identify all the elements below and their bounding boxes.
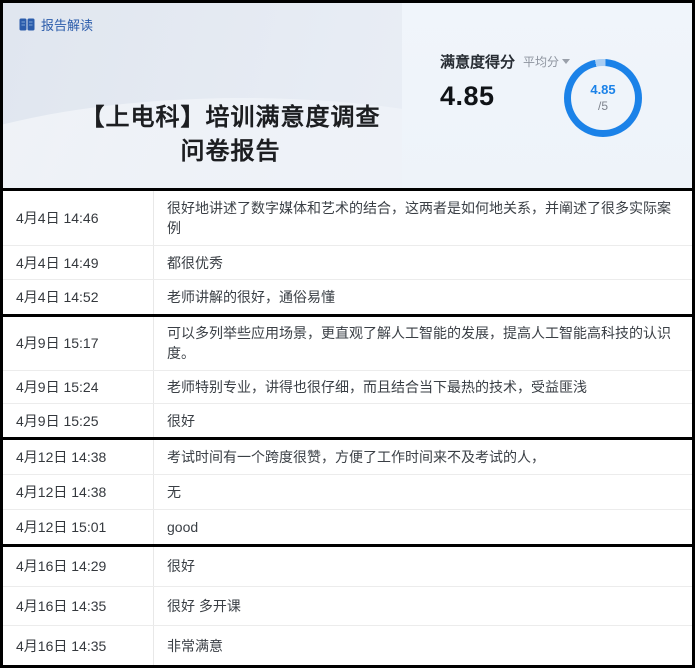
comment-group: 4月4日 14:46 很好地讲述了数字媒体和艺术的结合，这两者是如何地关系，并阐… <box>3 188 692 314</box>
comment-timestamp: 4月4日 14:46 <box>3 191 154 245</box>
comment-group: 4月16日 14:29 很好 4月16日 14:35 很好 多开课 4月16日 … <box>3 544 692 665</box>
comment-timestamp: 4月12日 14:38 <box>3 440 154 474</box>
comment-text: 无 <box>154 475 692 509</box>
table-row: 4月4日 14:46 很好地讲述了数字媒体和艺术的结合，这两者是如何地关系，并阐… <box>3 191 692 246</box>
comment-timestamp: 4月12日 15:01 <box>3 510 154 544</box>
page-title-line2: 问卷报告 <box>33 135 428 169</box>
table-row: 4月12日 14:38 考试时间有一个跨度很赞，方便了工作时间来不及考试的人， <box>3 440 692 475</box>
chevron-down-icon <box>562 59 570 64</box>
comment-text: 很好地讲述了数字媒体和艺术的结合，这两者是如何地关系，并阐述了很多实际案例 <box>154 191 692 245</box>
report-interpretation-link[interactable]: 报告解读 <box>19 15 93 34</box>
open-book-icon <box>19 18 35 31</box>
table-row: 4月12日 15:01 good <box>3 510 692 544</box>
table-row: 4月4日 14:52 老师讲解的很好，通俗易懂 <box>3 280 692 314</box>
report-page: 报告解读 【上电科】培训满意度调查 问卷报告 满意度得分 平均分 4.85 4.… <box>0 0 695 668</box>
comment-timestamp: 4月16日 14:29 <box>3 547 154 586</box>
comment-text: 老师讲解的很好，通俗易懂 <box>154 280 692 314</box>
comment-timestamp: 4月12日 14:38 <box>3 475 154 509</box>
score-mode-label: 平均分 <box>523 53 559 70</box>
page-title-line1: 【上电科】培训满意度调查 <box>33 101 428 135</box>
table-row: 4月9日 15:24 老师特别专业，讲得也很仔细，而且结合当下最热的技术，受益匪… <box>3 371 692 405</box>
table-row: 4月16日 14:35 很好 多开课 <box>3 587 692 627</box>
comment-group: 4月9日 15:17 可以多列举些应用场景，更直观了解人工智能的发展，提高人工智… <box>3 314 692 437</box>
comment-text: 都很优秀 <box>154 246 692 280</box>
comment-text: 很好 <box>154 547 692 586</box>
gauge-max: /5 <box>598 99 608 114</box>
score-mode-dropdown[interactable]: 平均分 <box>523 53 570 70</box>
comment-timestamp: 4月9日 15:24 <box>3 371 154 404</box>
table-row: 4月9日 15:25 很好 <box>3 404 692 437</box>
comment-timestamp: 4月4日 14:52 <box>3 280 154 314</box>
score-gauge-center: 4.85 /5 <box>571 66 635 130</box>
comment-timestamp: 4月16日 14:35 <box>3 587 154 626</box>
table-row: 4月16日 14:35 非常满意 <box>3 626 692 665</box>
table-row: 4月4日 14:49 都很优秀 <box>3 246 692 281</box>
comment-timestamp: 4月4日 14:49 <box>3 246 154 280</box>
satisfaction-score-card: 满意度得分 平均分 4.85 <box>440 51 570 112</box>
nav-entry-label: 报告解读 <box>41 15 93 34</box>
table-row: 4月9日 15:17 可以多列举些应用场景，更直观了解人工智能的发展，提高人工智… <box>3 317 692 371</box>
table-row: 4月16日 14:29 很好 <box>3 547 692 587</box>
score-gauge: 4.85 /5 <box>564 59 642 137</box>
page-title: 【上电科】培训满意度调查 问卷报告 <box>33 101 428 169</box>
comment-timestamp: 4月9日 15:25 <box>3 404 154 437</box>
comment-text: good <box>154 510 692 544</box>
comment-timestamp: 4月16日 14:35 <box>3 626 154 665</box>
comment-group: 4月12日 14:38 考试时间有一个跨度很赞，方便了工作时间来不及考试的人， … <box>3 437 692 544</box>
comment-table: 4月4日 14:46 很好地讲述了数字媒体和艺术的结合，这两者是如何地关系，并阐… <box>3 188 692 665</box>
score-label: 满意度得分 <box>440 51 515 72</box>
comment-text: 非常满意 <box>154 626 692 665</box>
table-row: 4月12日 14:38 无 <box>3 475 692 510</box>
comment-text: 很好 <box>154 404 692 437</box>
comment-text: 可以多列举些应用场景，更直观了解人工智能的发展，提高人工智能高科技的认识度。 <box>154 317 692 370</box>
report-header: 报告解读 【上电科】培训满意度调查 问卷报告 满意度得分 平均分 4.85 4.… <box>3 3 692 188</box>
gauge-value: 4.85 <box>590 82 615 98</box>
comment-text: 老师特别专业，讲得也很仔细，而且结合当下最热的技术，受益匪浅 <box>154 371 692 404</box>
comment-text: 考试时间有一个跨度很赞，方便了工作时间来不及考试的人， <box>154 440 692 474</box>
comment-timestamp: 4月9日 15:17 <box>3 317 154 370</box>
score-value: 4.85 <box>440 81 570 112</box>
comment-text: 很好 多开课 <box>154 587 692 626</box>
